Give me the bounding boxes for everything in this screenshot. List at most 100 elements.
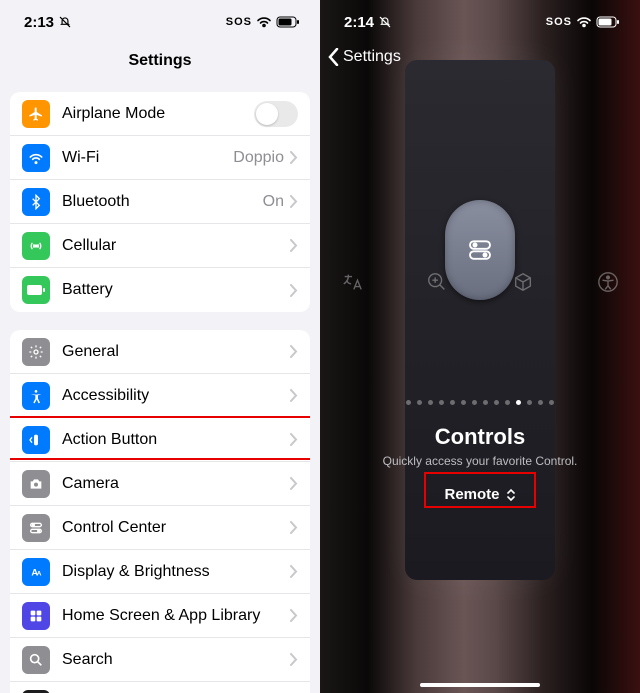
svg-text:A: A <box>37 570 42 577</box>
row-accessibility[interactable]: Accessibility <box>10 374 310 418</box>
row-label: Control Center <box>62 519 290 537</box>
row-label: Action Button <box>62 431 290 449</box>
chevron-right-icon <box>290 195 298 208</box>
option-title: Controls <box>320 424 640 450</box>
row-display-brightness[interactable]: AA Display & Brightness <box>10 550 310 594</box>
cube-icon[interactable] <box>511 270 535 294</box>
bell-slash-icon <box>378 15 392 29</box>
page-dot[interactable] <box>439 400 444 405</box>
row-action-button[interactable]: Action Button <box>10 418 310 462</box>
status-bar: 2:13 SOS <box>0 0 320 44</box>
airplane-icon <box>22 100 50 128</box>
back-button[interactable]: Settings <box>320 44 640 66</box>
row-label: Home Screen & App Library <box>62 607 290 625</box>
status-sos: SOS <box>546 16 572 28</box>
row-label: Accessibility <box>62 387 290 405</box>
chevron-right-icon <box>290 151 298 164</box>
search-icon <box>22 646 50 674</box>
settings-section-1: Airplane Mode Wi-Fi Doppio Bluetooth On … <box>10 92 310 312</box>
row-control-center[interactable]: Control Center <box>10 506 310 550</box>
row-home-screen-app-library[interactable]: Home Screen & App Library <box>10 594 310 638</box>
back-label: Settings <box>343 48 401 66</box>
row-label: Airplane Mode <box>62 105 254 123</box>
action-button-visual <box>445 200 515 300</box>
chevron-right-icon <box>290 389 298 402</box>
chevron-right-icon <box>290 239 298 252</box>
chevron-right-icon <box>290 433 298 446</box>
chevron-right-icon <box>290 565 298 578</box>
row-label: Cellular <box>62 237 290 255</box>
page-dot[interactable] <box>483 400 488 405</box>
status-time: 2:13 <box>24 14 54 31</box>
status-bar: 2:14 SOS <box>320 0 640 44</box>
row-wifi[interactable]: Wi-Fi Doppio <box>10 136 310 180</box>
action-button-icon <box>22 426 50 454</box>
row-bluetooth[interactable]: Bluetooth On <box>10 180 310 224</box>
row-label: Wi-Fi <box>62 149 233 167</box>
chevron-left-icon <box>328 48 339 66</box>
wifi-status-icon <box>256 16 272 28</box>
bell-slash-icon <box>58 15 72 29</box>
wifi-icon <box>22 144 50 172</box>
control-center-icon <box>22 514 50 542</box>
row-detail: Doppio <box>233 149 284 167</box>
option-subtitle: Quickly access your favorite Control. <box>320 454 640 468</box>
home-indicator[interactable] <box>420 683 540 687</box>
row-label: Camera <box>62 475 290 493</box>
page-dot[interactable] <box>417 400 422 405</box>
page-dot[interactable] <box>472 400 477 405</box>
siri-icon <box>22 690 50 693</box>
page-dot[interactable] <box>516 400 521 405</box>
battery-status-icon <box>276 16 300 28</box>
highlight-box <box>424 472 536 508</box>
chevron-right-icon <box>290 653 298 666</box>
chevron-right-icon <box>290 609 298 622</box>
wifi-status-icon <box>576 16 592 28</box>
row-battery[interactable]: Battery <box>10 268 310 312</box>
display-icon: AA <box>22 558 50 586</box>
action-button-config-screen: 2:14 SOS Settings Controls Quickly acces… <box>320 0 640 693</box>
row-label: Search <box>62 651 290 669</box>
page-dot[interactable] <box>450 400 455 405</box>
page-dot[interactable] <box>406 400 411 405</box>
camera-icon <box>22 470 50 498</box>
status-sos: SOS <box>226 16 252 28</box>
page-dot[interactable] <box>505 400 510 405</box>
page-dot[interactable] <box>538 400 543 405</box>
page-dot[interactable] <box>494 400 499 405</box>
general-icon <box>22 338 50 366</box>
chevron-right-icon <box>290 477 298 490</box>
airplane-toggle[interactable] <box>254 101 298 127</box>
chevron-right-icon <box>290 521 298 534</box>
row-general[interactable]: General <box>10 330 310 374</box>
battery-icon <box>22 276 50 304</box>
row-cellular[interactable]: Cellular <box>10 224 310 268</box>
row-airplane-mode[interactable]: Airplane Mode <box>10 92 310 136</box>
row-label: Bluetooth <box>62 193 263 211</box>
home-screen-icon <box>22 602 50 630</box>
page-dot[interactable] <box>549 400 554 405</box>
translate-icon[interactable] <box>340 270 364 294</box>
row-detail: On <box>263 193 284 211</box>
accessibility-circle-icon[interactable] <box>596 270 620 294</box>
cellular-icon <box>22 232 50 260</box>
bluetooth-icon <box>22 188 50 216</box>
row-label: Battery <box>62 281 290 299</box>
page-dots[interactable] <box>320 400 640 405</box>
page-dot[interactable] <box>527 400 532 405</box>
page-dot[interactable] <box>428 400 433 405</box>
row-label: Display & Brightness <box>62 563 290 581</box>
page-title: Settings <box>0 44 320 82</box>
page-dot[interactable] <box>461 400 466 405</box>
battery-status-icon <box>596 16 620 28</box>
row-label: General <box>62 343 290 361</box>
toggles-icon <box>465 235 495 265</box>
chevron-right-icon <box>290 345 298 358</box>
row-siri[interactable]: Siri <box>10 682 310 693</box>
settings-section-2: General Accessibility Action Button Came… <box>10 330 310 693</box>
chevron-right-icon <box>290 284 298 297</box>
row-camera[interactable]: Camera <box>10 462 310 506</box>
settings-list-screen: 2:13 SOS Settings Airplane Mode Wi-Fi Do… <box>0 0 320 693</box>
row-search[interactable]: Search <box>10 638 310 682</box>
accessibility-icon <box>22 382 50 410</box>
